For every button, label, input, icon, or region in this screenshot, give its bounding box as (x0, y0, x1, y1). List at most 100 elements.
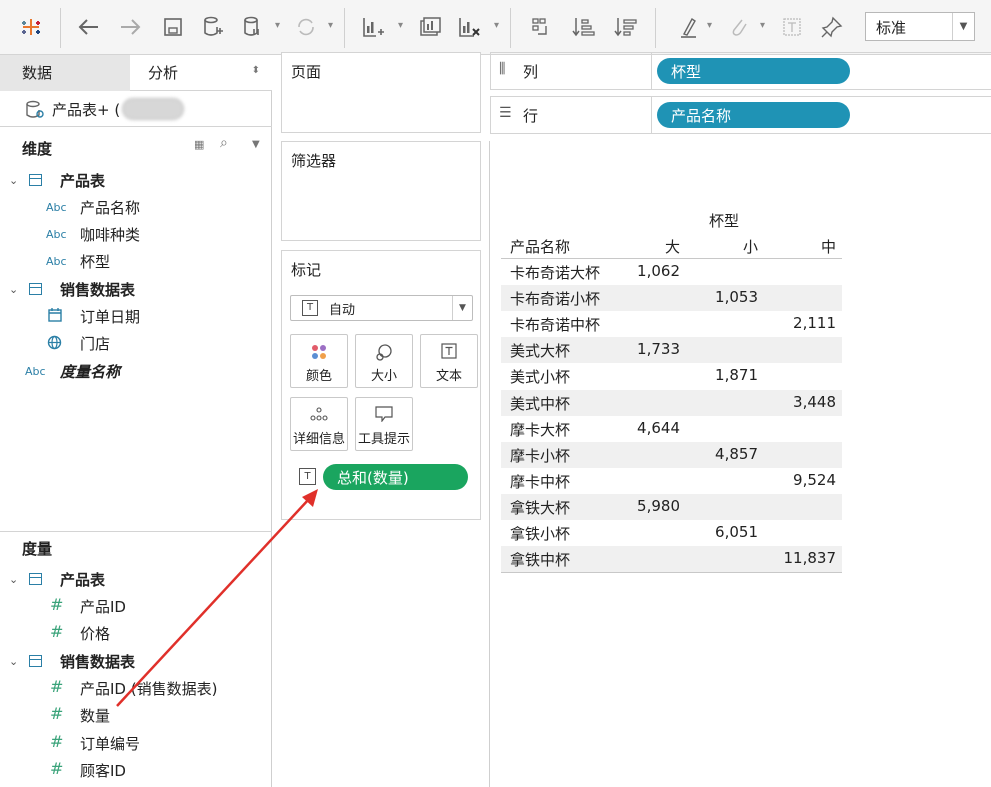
value-cell[interactable]: 9,524 (776, 471, 836, 489)
pane-divider[interactable] (0, 531, 272, 532)
sum-quantity-pill[interactable]: 总和(数量) (323, 464, 468, 490)
value-cell[interactable]: 2,111 (776, 314, 836, 332)
duplicate-sheet-icon[interactable] (413, 10, 447, 44)
value-cell[interactable]: 1,733 (620, 340, 680, 358)
field-sales-product-id[interactable]: 产品ID (销售数据表) (80, 678, 217, 699)
view-toggle-icon[interactable]: ▦ (194, 138, 204, 151)
back-icon[interactable] (72, 10, 106, 44)
row-header-cell[interactable]: 拿铁大杯 (510, 497, 570, 518)
row-header-cell[interactable]: 美式大杯 (510, 340, 570, 361)
value-cell[interactable]: 11,837 (776, 549, 837, 567)
new-worksheet-icon[interactable] (356, 10, 390, 44)
datasource-row[interactable]: 产品表+ ( (0, 93, 272, 127)
field-order-date[interactable]: 订单日期 (80, 306, 140, 327)
value-cell[interactable]: 3,448 (776, 393, 836, 411)
rows-shelf[interactable]: ☰ 行 产品名称 (490, 96, 991, 134)
new-sheet-dropdown-icon[interactable]: ▾ (398, 20, 403, 31)
tab-data[interactable]: 数据 (0, 55, 130, 91)
tab-analysis[interactable]: 分析 ⬍ (130, 55, 272, 91)
forward-icon[interactable] (113, 10, 147, 44)
row-header-cell[interactable]: 摩卡小杯 (510, 445, 570, 466)
datasource-dropdown-icon[interactable]: ▾ (275, 20, 280, 31)
refresh-icon[interactable] (289, 10, 323, 44)
pages-shelf[interactable]: 页面 (281, 52, 481, 133)
value-cell[interactable]: 6,051 (698, 523, 758, 541)
value-cell[interactable]: 4,644 (620, 419, 680, 437)
field-price[interactable]: 价格 (80, 623, 110, 644)
value-cell[interactable]: 4,857 (698, 445, 758, 463)
value-cell[interactable]: 1,871 (698, 366, 758, 384)
field-order-number[interactable]: 订单编号 (80, 733, 140, 754)
field-product-id[interactable]: 产品ID (80, 596, 126, 617)
pause-datasource-icon[interactable] (236, 10, 270, 44)
swap-icon[interactable] (524, 10, 558, 44)
row-header-cell[interactable]: 摩卡大杯 (510, 419, 570, 440)
detail-button[interactable]: 详细信息 (290, 397, 348, 451)
text-icon[interactable] (775, 10, 809, 44)
tableau-logo-icon[interactable] (14, 10, 48, 44)
columns-shelf[interactable]: ⫼ 列 杯型 (490, 52, 991, 90)
sort-desc-icon[interactable] (608, 10, 642, 44)
field-quantity[interactable]: 数量 (80, 705, 110, 726)
search-icon[interactable]: ⌕ (220, 135, 228, 151)
value-cell[interactable]: 5,980 (620, 497, 680, 515)
chevron-down-icon: ▼ (952, 13, 974, 40)
row-header-cell[interactable]: 拿铁中杯 (510, 549, 570, 570)
chevron-down-icon[interactable]: ⌄ (9, 283, 18, 296)
value-cell[interactable]: 1,062 (620, 262, 680, 280)
row-header-cell[interactable]: 美式小杯 (510, 366, 570, 387)
field-store[interactable]: 门店 (80, 333, 110, 354)
row-field-header[interactable]: 产品名称 (510, 236, 570, 257)
column-field-header[interactable]: 杯型 (709, 210, 739, 231)
field-product-name[interactable]: 产品名称 (80, 197, 140, 218)
mea-group-sales[interactable]: 销售数据表 (60, 651, 135, 672)
row-header-cell[interactable]: 卡布奇诺大杯 (510, 262, 600, 283)
mark-type-select[interactable]: T 自动 ▼ (290, 295, 473, 321)
field-coffee-type[interactable]: 咖啡种类 (80, 224, 140, 245)
up-down-arrows-icon: ⬍ (251, 65, 260, 76)
column-header-small[interactable]: 小 (698, 236, 758, 257)
pin-icon[interactable] (815, 10, 849, 44)
clear-dropdown-icon[interactable]: ▾ (494, 20, 499, 31)
column-header-large[interactable]: 大 (620, 236, 680, 257)
size-button[interactable]: 大小 (355, 334, 413, 388)
detail-button-label: 详细信息 (292, 432, 345, 447)
row-header-cell[interactable]: 卡布奇诺中杯 (510, 314, 600, 335)
row-header-cell[interactable]: 拿铁小杯 (510, 523, 570, 544)
chevron-down-icon[interactable]: ⌄ (9, 174, 18, 187)
color-button[interactable]: 颜色 (290, 334, 348, 388)
field-cup-size[interactable]: 杯型 (80, 251, 110, 272)
row-header-cell[interactable]: 美式中杯 (510, 393, 570, 414)
field-measure-names[interactable]: 度量名称 (60, 361, 120, 382)
sort-asc-icon[interactable] (566, 10, 600, 44)
palette-icon (291, 343, 347, 361)
clip-dropdown-icon[interactable]: ▾ (760, 20, 765, 31)
chevron-down-icon[interactable]: ⌄ (9, 655, 18, 668)
highlight-dropdown-icon[interactable]: ▾ (707, 20, 712, 31)
columns-shelf-label: 列 (523, 63, 539, 81)
fit-mode-select[interactable]: 标准 ▼ (865, 12, 975, 41)
tooltip-button[interactable]: 工具提示 (355, 397, 413, 451)
column-header-medium[interactable]: 中 (776, 236, 836, 257)
refresh-dropdown-icon[interactable]: ▾ (328, 20, 333, 31)
cup-size-pill[interactable]: 杯型 (657, 58, 850, 84)
value-cell[interactable]: 1,053 (698, 288, 758, 306)
filters-shelf[interactable]: 筛选器 (281, 141, 481, 241)
product-name-pill[interactable]: 产品名称 (657, 102, 850, 128)
row-header-cell[interactable]: 摩卡中杯 (510, 471, 570, 492)
clear-sheet-icon[interactable] (452, 10, 486, 44)
new-datasource-icon[interactable] (196, 10, 230, 44)
field-customer-id[interactable]: 顾客ID (80, 760, 126, 781)
chevron-down-icon[interactable]: ▼ (252, 139, 260, 150)
clip-icon[interactable] (722, 10, 756, 44)
mea-group-product[interactable]: 产品表 (60, 569, 105, 590)
highlight-icon[interactable] (672, 10, 706, 44)
fit-mode-value: 标准 (876, 19, 907, 37)
dim-group-product[interactable]: 产品表 (60, 170, 105, 191)
calendar-icon (48, 308, 62, 322)
dim-group-sales[interactable]: 销售数据表 (60, 279, 135, 300)
save-icon[interactable] (156, 10, 190, 44)
chevron-down-icon[interactable]: ⌄ (9, 573, 18, 586)
row-header-cell[interactable]: 卡布奇诺小杯 (510, 288, 600, 309)
text-button[interactable]: 文本 (420, 334, 478, 388)
